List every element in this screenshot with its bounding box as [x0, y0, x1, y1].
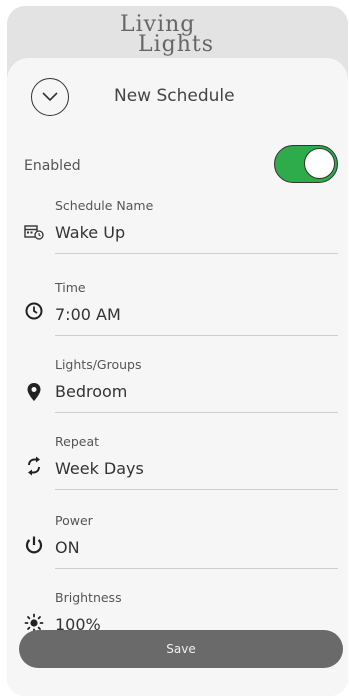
toggle-knob	[304, 148, 335, 179]
power-value: ON	[55, 538, 80, 557]
clock-icon	[24, 301, 44, 321]
app-logo: Living Lights	[7, 10, 348, 60]
page-title: New Schedule	[114, 86, 235, 106]
field-underline	[55, 253, 338, 254]
field-underline	[55, 489, 338, 490]
lights-groups-field[interactable]: Lights/Groups Bedroom	[7, 357, 348, 427]
calendar-clock-icon	[24, 222, 44, 242]
enabled-label: Enabled	[24, 158, 81, 174]
schedule-name-value: Wake Up	[55, 223, 126, 242]
phone-frame: Living Lights New Schedule Enabled Sched…	[7, 6, 348, 696]
lights-groups-label: Lights/Groups	[55, 357, 142, 372]
schedule-form: New Schedule Enabled Schedule Name Wake …	[7, 58, 348, 696]
enabled-toggle[interactable]	[274, 145, 338, 183]
power-icon	[24, 535, 44, 555]
repeat-field[interactable]: Repeat Week Days	[7, 434, 348, 504]
save-button[interactable]: Save	[19, 630, 343, 668]
field-underline	[55, 335, 338, 336]
repeat-value: Week Days	[55, 459, 144, 478]
time-label: Time	[55, 280, 86, 295]
schedule-name-field[interactable]: Schedule Name Wake Up	[7, 198, 348, 268]
repeat-icon	[24, 456, 44, 476]
location-pin-icon	[24, 382, 44, 402]
time-field[interactable]: Time 7:00 AM	[7, 280, 348, 350]
collapse-button[interactable]	[31, 78, 69, 116]
logo-line-2: Lights	[138, 32, 215, 57]
chevron-down-icon	[42, 92, 58, 102]
field-underline	[55, 412, 338, 413]
field-underline	[55, 568, 338, 569]
brightness-label: Brightness	[55, 590, 122, 605]
schedule-name-label: Schedule Name	[55, 198, 154, 213]
power-label: Power	[55, 513, 93, 528]
repeat-label: Repeat	[55, 434, 100, 449]
lights-groups-value: Bedroom	[55, 382, 128, 401]
power-field[interactable]: Power ON	[7, 513, 348, 583]
time-value: 7:00 AM	[55, 305, 121, 324]
